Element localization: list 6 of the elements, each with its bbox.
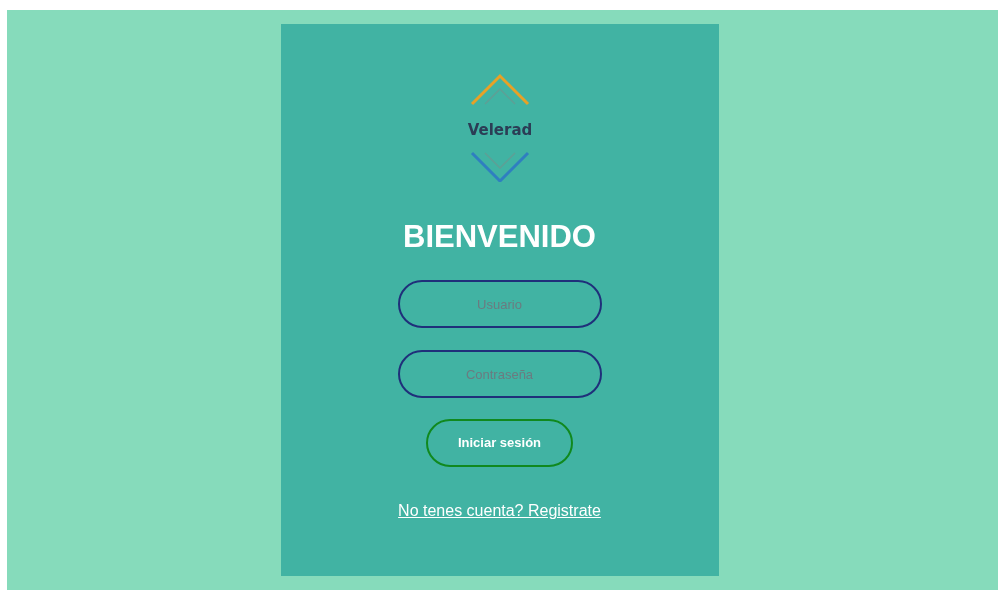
login-button[interactable]: Iniciar sesión: [426, 419, 573, 468]
input-field[interactable]: Usuario: [397, 280, 602, 329]
logo: Velerad: [449, 70, 550, 182]
welcome-heading: BIENVENIDO: [403, 218, 596, 256]
input-field[interactable]: Contraseña: [397, 350, 602, 399]
register-link[interactable]: No tenes cuenta? Registrate: [398, 499, 601, 524]
